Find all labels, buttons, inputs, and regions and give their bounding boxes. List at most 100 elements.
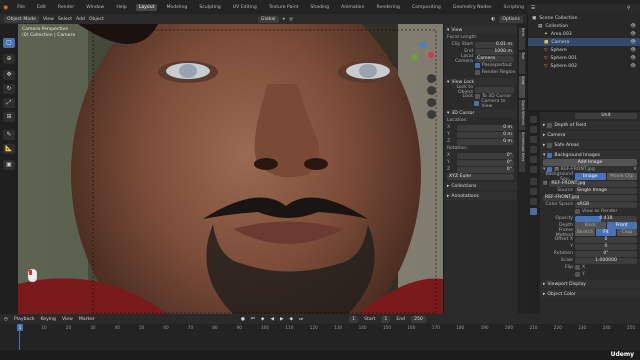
outliner-scene-collection[interactable]: ▣ Scene Collection (528, 14, 640, 22)
image-datablock-field[interactable]: REF-FRONT.jpg (549, 180, 637, 187)
next-key-icon[interactable]: ◆ (290, 317, 294, 322)
workspace-tab-shading[interactable]: Shading (307, 4, 332, 11)
cursor-tool-icon[interactable]: ⊕ (3, 54, 15, 64)
timeline-menu-playback[interactable]: Playback (14, 317, 35, 322)
offset-x-field[interactable]: 0 (575, 236, 637, 243)
timeline-area[interactable]: 0102030405060708090100110120130140150160… (0, 324, 640, 350)
end-frame-field[interactable]: 250 (411, 315, 426, 323)
frame-method-crop-button[interactable]: Crop (617, 229, 637, 236)
output-props-icon[interactable] (530, 136, 537, 143)
viewport-menu-select[interactable]: Select (58, 17, 72, 22)
outliner-item-camera[interactable]: ■ Camera 👁 (528, 38, 640, 46)
object-props-icon[interactable] (530, 178, 537, 185)
scale-tool-icon[interactable]: ⤢ (3, 98, 15, 108)
image-filepath-field[interactable]: REF-FRONT.jpg (543, 194, 637, 201)
jump-end-icon[interactable]: ⏭ (299, 316, 303, 322)
3d-cursor-header[interactable]: ▾ 3D Cursor (444, 109, 517, 117)
sidebar-tab-tool[interactable]: Tool (519, 52, 525, 74)
view-section-header[interactable]: ▾ View (444, 26, 517, 34)
workspace-tab-sculpting[interactable]: Sculpting (196, 4, 223, 11)
visibility-eye-icon[interactable]: 👁 (630, 56, 636, 61)
menu-edit[interactable]: Edit (34, 4, 49, 11)
color-space-dropdown[interactable]: sRGB (575, 201, 637, 208)
cursor-location-z[interactable]: 0 m (457, 138, 514, 145)
annotations-header[interactable]: ▸ Annotations (444, 192, 517, 200)
sidebar-tab-item[interactable]: Item (519, 28, 525, 50)
transform-tool-icon[interactable]: ⊞ (3, 112, 15, 122)
view-as-render-toggle[interactable]: View as Render (540, 208, 640, 215)
prev-key-icon[interactable]: ◆ (261, 317, 265, 322)
select-box-tool-icon[interactable]: ▢ (3, 38, 15, 48)
background-images-header[interactable]: ▾ Background Images (540, 151, 640, 159)
workspace-tab-compositing[interactable]: Compositing (409, 4, 444, 11)
cursor-rotation-z[interactable]: 0° (457, 166, 514, 173)
menu-render[interactable]: Render (55, 4, 77, 11)
play-reverse-icon[interactable]: ◀ (270, 317, 274, 322)
workspace-tab-layout[interactable]: Layout (135, 3, 158, 11)
camera-section-header[interactable]: ▸ Camera (540, 131, 640, 139)
workspace-tab-rendering[interactable]: Rendering (374, 4, 403, 11)
timeline-menu-marker[interactable]: Marker (79, 317, 95, 322)
sidebar-tab-view[interactable]: View (519, 76, 525, 98)
viewport-menu-object[interactable]: Object (89, 17, 104, 22)
bg-scale-field[interactable]: 1.000000 (575, 257, 637, 264)
camera-to-view-toggle[interactable]: Camera to View (444, 99, 517, 109)
render-props-icon[interactable] (530, 126, 537, 133)
clip-start-field[interactable]: 0.01 m (475, 41, 514, 48)
menu-file[interactable]: File (14, 4, 28, 11)
playhead[interactable]: 1 (17, 324, 23, 331)
annotate-tool-icon[interactable]: ✎ (3, 130, 15, 140)
constraints-props-icon[interactable] (530, 198, 537, 205)
record-icon[interactable]: ● (241, 317, 245, 322)
image-source-dropdown[interactable]: Single Image (575, 187, 637, 194)
pan-icon[interactable] (427, 86, 436, 95)
outliner-filter-icon[interactable]: ⚲ (627, 6, 630, 11)
outliner-display-mode-icon[interactable]: ☰ (531, 6, 535, 11)
workspace-tab-modeling[interactable]: Modeling (163, 4, 190, 11)
camera-view-icon[interactable] (427, 98, 436, 107)
cursor-location-y[interactable]: 0 m (457, 131, 514, 138)
opacity-slider[interactable]: 0.418 (575, 215, 637, 222)
measure-tool-icon[interactable]: 📐 (3, 144, 15, 154)
frame-method-fit-button[interactable]: Fit (596, 229, 616, 236)
workspace-tab-uv-editing[interactable]: UV Editing (230, 4, 260, 11)
cursor-rotation-x[interactable]: 0° (457, 152, 514, 159)
navigation-gizmo[interactable] (410, 42, 436, 68)
visibility-eye-icon[interactable]: 👁 (630, 48, 636, 53)
visibility-eye-icon[interactable]: 👁 (630, 64, 636, 69)
transform-orientation-dropdown[interactable]: Global (257, 15, 279, 23)
gizmo-y-axis-icon[interactable] (412, 54, 418, 60)
object-color-header[interactable]: ▸ Object Color (540, 290, 640, 298)
visibility-eye-icon[interactable]: 👁 (630, 32, 636, 37)
outliner-item-area[interactable]: ✦ Area.003 👁 (528, 30, 640, 38)
sidebar-tab-screencast-keys[interactable]: Screencast Keys (519, 132, 525, 172)
proportional-edit-icon[interactable]: ◎ (289, 17, 293, 22)
rotate-tool-icon[interactable]: ↻ (3, 84, 15, 94)
timeline-menu-view[interactable]: View (62, 317, 73, 322)
frame-method-stretch-button[interactable]: Stretch (575, 229, 595, 236)
add-cube-tool-icon[interactable]: ▣ (3, 160, 15, 170)
remove-image-icon[interactable]: ✕ (633, 167, 637, 172)
view-layer-props-icon[interactable] (530, 146, 537, 153)
workspace-tab-geometry-nodes[interactable]: Geometry Nodes (450, 4, 495, 11)
offset-y-field[interactable]: 0 (575, 243, 637, 250)
depth-front-button[interactable]: Front (606, 222, 637, 229)
scene-props-icon[interactable] (530, 156, 537, 163)
source-movie-clip-button[interactable]: Movie Clip (606, 173, 637, 180)
viewport-display-header[interactable]: ▸ Viewport Display (540, 280, 640, 288)
blender-logo-icon[interactable]: ◉ (3, 4, 8, 11)
move-tool-icon[interactable]: ✥ (3, 70, 15, 80)
camera-data-props-icon[interactable] (530, 208, 537, 215)
cursor-location-x[interactable]: 0 m (457, 124, 514, 131)
zoom-icon[interactable] (427, 74, 436, 83)
timeline-menu-keying[interactable]: Keying (41, 317, 56, 322)
sidebar-tab-quick-wrench[interactable]: Quick Wrench (519, 100, 525, 130)
menu-help[interactable]: Help (113, 4, 129, 11)
flip-y-checkbox[interactable] (575, 272, 580, 277)
grid-view-icon[interactable] (427, 110, 436, 119)
visibility-eye-icon[interactable]: 👁 (630, 40, 636, 45)
depth-back-button[interactable]: Back (575, 222, 606, 229)
source-image-button[interactable]: Image (575, 173, 606, 180)
menu-window[interactable]: Window (83, 4, 107, 11)
lock-to-object-field[interactable] (475, 86, 514, 93)
